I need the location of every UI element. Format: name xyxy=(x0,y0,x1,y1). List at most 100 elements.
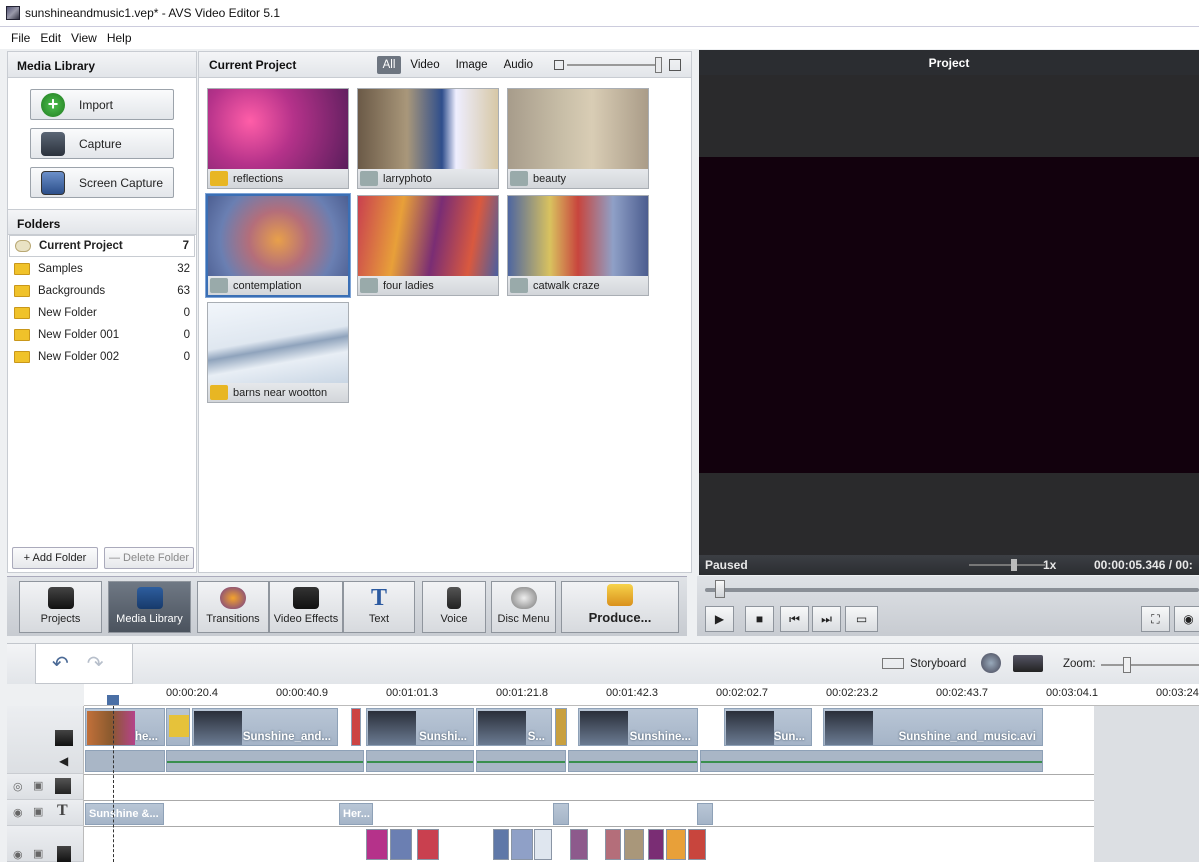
seek-handle[interactable] xyxy=(715,580,725,598)
small-thumb-icon[interactable] xyxy=(554,59,564,70)
time-ruler[interactable]: 00:00:20.4 00:00:40.9 00:01:01.3 00:01:2… xyxy=(84,684,1199,706)
overlay-clip[interactable] xyxy=(605,829,621,860)
produce-button[interactable]: Produce... xyxy=(561,581,679,633)
lock-icon[interactable]: ▣ xyxy=(33,805,43,818)
filter-video[interactable]: Video xyxy=(403,56,446,74)
video-clip[interactable]: he... xyxy=(85,708,165,746)
capture-button[interactable]: Capture xyxy=(30,128,174,159)
overlay-clip[interactable] xyxy=(511,829,533,860)
folder-new-folder-002[interactable]: New Folder 002 0 xyxy=(9,346,195,368)
next-button[interactable]: ⏭ xyxy=(812,606,841,632)
filter-image[interactable]: Image xyxy=(449,56,495,74)
undo-icon[interactable]: ↶ xyxy=(52,651,69,676)
folder-label: Backgrounds xyxy=(38,285,106,297)
thumb-larryphoto[interactable]: larryphoto xyxy=(357,88,499,189)
screen-capture-button[interactable]: Screen Capture xyxy=(30,167,174,198)
overlay-clip[interactable] xyxy=(688,829,706,860)
tick-label: 00:00:20.4 xyxy=(166,687,218,699)
import-button[interactable]: + Import xyxy=(30,89,174,120)
folder-icon xyxy=(14,307,30,319)
video-clip[interactable]: Sunshine... xyxy=(578,708,698,746)
large-thumb-icon[interactable] xyxy=(669,58,681,71)
filter-all[interactable]: All xyxy=(376,55,402,74)
eye-hidden-icon[interactable]: ◎ xyxy=(13,780,23,793)
audio-clip[interactable] xyxy=(568,750,698,772)
audio-clip[interactable] xyxy=(366,750,474,772)
overlay-clip[interactable] xyxy=(648,829,664,860)
folder-backgrounds[interactable]: Backgrounds 63 xyxy=(9,280,195,302)
webcam-icon[interactable] xyxy=(981,653,1001,673)
transition-clip[interactable] xyxy=(351,708,361,746)
menu-edit[interactable]: Edit xyxy=(35,31,66,45)
redo-icon[interactable]: ↷ xyxy=(87,651,104,676)
folder-new-folder[interactable]: New Folder 0 xyxy=(9,302,195,324)
audio-clip[interactable] xyxy=(476,750,566,772)
transitions-button[interactable]: Transitions xyxy=(197,581,269,633)
text-clip[interactable]: Her... xyxy=(339,803,373,825)
overlay-clip[interactable] xyxy=(366,829,388,860)
text-button[interactable]: T Text xyxy=(343,581,415,633)
menu-help[interactable]: Help xyxy=(102,31,137,45)
video-effects-button[interactable]: Video Effects xyxy=(269,581,343,633)
thumb-reflections[interactable]: reflections xyxy=(207,88,349,189)
overlay-clip[interactable] xyxy=(666,829,686,860)
video-clip[interactable]: Sun... xyxy=(724,708,812,746)
snapshot-button[interactable]: ◉ xyxy=(1174,606,1199,632)
zoom-slider[interactable] xyxy=(1101,657,1199,673)
overlay-clip[interactable] xyxy=(534,829,552,860)
text-clip-marker[interactable] xyxy=(697,803,713,825)
audio-clip[interactable] xyxy=(85,750,165,772)
folder-samples[interactable]: Samples 32 xyxy=(9,258,195,280)
preview-area[interactable] xyxy=(699,75,1199,555)
fullscreen-button[interactable]: ⛶ xyxy=(1141,606,1170,632)
transition-clip[interactable] xyxy=(555,708,567,746)
voice-button[interactable]: Voice xyxy=(422,581,486,633)
video-clip[interactable]: S... xyxy=(476,708,552,746)
audio-clip[interactable] xyxy=(166,750,364,772)
overlay-clip[interactable] xyxy=(570,829,588,860)
video-clip[interactable]: Sunshine_and... xyxy=(192,708,338,746)
stop-button[interactable]: ■ xyxy=(745,606,774,632)
folder-new-folder-001[interactable]: New Folder 001 0 xyxy=(9,324,195,346)
video-clip[interactable]: Sunshine_and_music.avi xyxy=(823,708,1043,746)
filter-audio[interactable]: Audio xyxy=(497,56,540,74)
menu-file[interactable]: File xyxy=(6,31,35,45)
text-clip[interactable]: Sunshine &... xyxy=(85,803,164,825)
delete-folder-button[interactable]: — Delete Folder xyxy=(104,547,194,569)
playhead-marker[interactable] xyxy=(107,695,119,705)
play-button[interactable]: ▶ xyxy=(705,606,734,632)
audio-clip[interactable] xyxy=(700,750,1043,772)
frame-button[interactable]: ▭ xyxy=(845,606,878,632)
text-clip-marker[interactable] xyxy=(553,803,569,825)
thumb-four-ladies[interactable]: four ladies xyxy=(357,195,499,296)
lock-icon[interactable]: ▣ xyxy=(33,779,43,792)
eye-icon[interactable]: ◉ xyxy=(13,806,23,819)
speaker-icon[interactable]: ◀ xyxy=(59,754,68,768)
storyboard-toggle-icon[interactable] xyxy=(882,658,904,669)
thumb-beauty[interactable]: beauty xyxy=(507,88,649,189)
previous-button[interactable]: ⏮ xyxy=(780,606,809,632)
thumb-contemplation[interactable]: contemplation xyxy=(206,194,350,297)
overlay-clip[interactable] xyxy=(624,829,644,860)
overlay-clip[interactable] xyxy=(390,829,412,860)
overlay-clip[interactable] xyxy=(417,829,439,860)
storyboard-label[interactable]: Storyboard xyxy=(910,658,966,670)
current-project-panel: Current Project All Video Image Audio re… xyxy=(198,51,692,573)
folder-current-project[interactable]: Current Project 7 xyxy=(9,235,195,257)
projects-button[interactable]: Projects xyxy=(19,581,102,633)
media-library-button[interactable]: Media Library xyxy=(108,581,191,633)
monitor-dropdown-icon[interactable] xyxy=(1013,655,1043,672)
seek-bar[interactable] xyxy=(705,588,1199,592)
transition-clip[interactable] xyxy=(166,708,190,746)
eye-icon[interactable]: ◉ xyxy=(13,848,23,861)
lock-icon[interactable]: ▣ xyxy=(33,847,43,860)
add-folder-button[interactable]: + Add Folder xyxy=(12,547,98,569)
video-clip[interactable]: Sunshi... xyxy=(366,708,474,746)
thumb-catwalk-craze[interactable]: catwalk craze xyxy=(507,195,649,296)
speed-slider[interactable] xyxy=(969,559,1045,571)
thumb-barns-near-wootton[interactable]: barns near wootton xyxy=(207,302,349,403)
menu-view[interactable]: View xyxy=(66,31,102,45)
thumb-size-slider[interactable] xyxy=(567,56,662,73)
disc-menu-button[interactable]: Disc Menu xyxy=(491,581,556,633)
overlay-clip[interactable] xyxy=(493,829,509,860)
